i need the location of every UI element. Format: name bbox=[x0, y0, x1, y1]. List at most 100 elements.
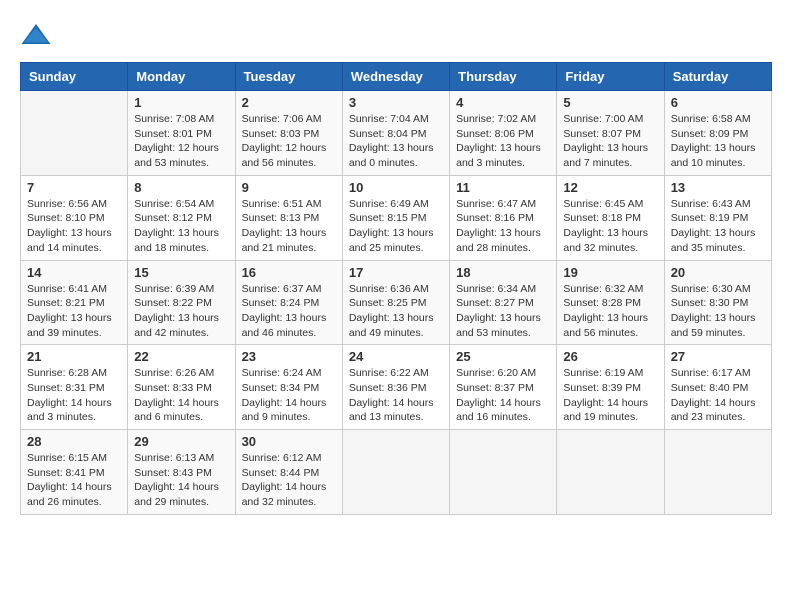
calendar-cell bbox=[664, 430, 771, 515]
day-info: Sunrise: 7:08 AM Sunset: 8:01 PM Dayligh… bbox=[134, 112, 228, 171]
calendar-cell: 1Sunrise: 7:08 AM Sunset: 8:01 PM Daylig… bbox=[128, 91, 235, 176]
calendar-cell: 16 Sunrise: 6:37 AM Sunset: 8:24 PM Dayli… bbox=[235, 260, 342, 345]
day-number: 22 bbox=[134, 349, 228, 364]
logo-icon bbox=[20, 20, 52, 52]
calendar-cell: 28 Sunrise: 6:15 AM Sunset: 8:41 PM Dayli… bbox=[21, 430, 128, 515]
calendar-cell: 7 Sunrise: 6:56 AM Sunset: 8:10 PM Daylig… bbox=[21, 175, 128, 260]
calendar-cell: 6 Sunrise: 6:58 AM Sunset: 8:09 PM Daylig… bbox=[664, 91, 771, 176]
day-info: Sunrise: 6:13 AM Sunset: 8:43 PM Dayligh… bbox=[134, 451, 228, 510]
day-info: Sunrise: 6:43 AM Sunset: 8:19 PM Dayligh… bbox=[671, 197, 765, 256]
logo bbox=[20, 20, 56, 52]
day-number: 13 bbox=[671, 180, 765, 195]
calendar-cell: 21 Sunrise: 6:28 AM Sunset: 8:31 PM Dayli… bbox=[21, 345, 128, 430]
calendar-cell: 2 Sunrise: 7:06 AM Sunset: 8:03 PM Daylig… bbox=[235, 91, 342, 176]
calendar-cell bbox=[557, 430, 664, 515]
column-header-saturday: Saturday bbox=[664, 63, 771, 91]
day-number: 27 bbox=[671, 349, 765, 364]
day-number: 7 bbox=[27, 180, 121, 195]
day-number: 11 bbox=[456, 180, 550, 195]
calendar-cell: 30 Sunrise: 6:12 AM Sunset: 8:44 PM Dayli… bbox=[235, 430, 342, 515]
calendar-cell: 8Sunrise: 6:54 AM Sunset: 8:12 PM Daylig… bbox=[128, 175, 235, 260]
day-number: 3 bbox=[349, 95, 443, 110]
calendar-cell bbox=[450, 430, 557, 515]
day-number: 28 bbox=[27, 434, 121, 449]
day-info: Sunrise: 7:02 AM Sunset: 8:06 PM Dayligh… bbox=[456, 112, 550, 171]
calendar-cell: 19Sunrise: 6:32 AM Sunset: 8:28 PM Dayli… bbox=[557, 260, 664, 345]
day-number: 26 bbox=[563, 349, 657, 364]
calendar-cell: 5 Sunrise: 7:00 AM Sunset: 8:07 PM Daylig… bbox=[557, 91, 664, 176]
calendar-cell: 14 Sunrise: 6:41 AM Sunset: 8:21 PM Dayli… bbox=[21, 260, 128, 345]
day-info: Sunrise: 6:58 AM Sunset: 8:09 PM Dayligh… bbox=[671, 112, 765, 171]
day-info: Sunrise: 6:24 AM Sunset: 8:34 PM Dayligh… bbox=[242, 366, 336, 425]
day-number: 15 bbox=[134, 265, 228, 280]
day-info: Sunrise: 6:39 AM Sunset: 8:22 PM Dayligh… bbox=[134, 282, 228, 341]
day-info: Sunrise: 6:41 AM Sunset: 8:21 PM Dayligh… bbox=[27, 282, 121, 341]
calendar-cell: 27 Sunrise: 6:17 AM Sunset: 8:40 PM Dayli… bbox=[664, 345, 771, 430]
day-info: Sunrise: 6:20 AM Sunset: 8:37 PM Dayligh… bbox=[456, 366, 550, 425]
day-info: Sunrise: 6:45 AM Sunset: 8:18 PM Dayligh… bbox=[563, 197, 657, 256]
calendar-cell: 13 Sunrise: 6:43 AM Sunset: 8:19 PM Dayli… bbox=[664, 175, 771, 260]
day-info: Sunrise: 6:36 AM Sunset: 8:25 PM Dayligh… bbox=[349, 282, 443, 341]
day-info: Sunrise: 6:56 AM Sunset: 8:10 PM Dayligh… bbox=[27, 197, 121, 256]
day-info: Sunrise: 6:51 AM Sunset: 8:13 PM Dayligh… bbox=[242, 197, 336, 256]
calendar-cell: 24 Sunrise: 6:22 AM Sunset: 8:36 PM Dayli… bbox=[342, 345, 449, 430]
column-header-monday: Monday bbox=[128, 63, 235, 91]
day-info: Sunrise: 6:26 AM Sunset: 8:33 PM Dayligh… bbox=[134, 366, 228, 425]
day-info: Sunrise: 6:12 AM Sunset: 8:44 PM Dayligh… bbox=[242, 451, 336, 510]
day-info: Sunrise: 6:15 AM Sunset: 8:41 PM Dayligh… bbox=[27, 451, 121, 510]
calendar-cell: 4 Sunrise: 7:02 AM Sunset: 8:06 PM Daylig… bbox=[450, 91, 557, 176]
day-info: Sunrise: 6:34 AM Sunset: 8:27 PM Dayligh… bbox=[456, 282, 550, 341]
day-number: 17 bbox=[349, 265, 443, 280]
calendar-cell: 17 Sunrise: 6:36 AM Sunset: 8:25 PM Dayli… bbox=[342, 260, 449, 345]
calendar-cell bbox=[21, 91, 128, 176]
day-number: 25 bbox=[456, 349, 550, 364]
calendar-cell bbox=[342, 430, 449, 515]
day-info: Sunrise: 6:28 AM Sunset: 8:31 PM Dayligh… bbox=[27, 366, 121, 425]
calendar-cell: 11 Sunrise: 6:47 AM Sunset: 8:16 PM Dayli… bbox=[450, 175, 557, 260]
calendar-cell: 3 Sunrise: 7:04 AM Sunset: 8:04 PM Daylig… bbox=[342, 91, 449, 176]
day-info: Sunrise: 6:17 AM Sunset: 8:40 PM Dayligh… bbox=[671, 366, 765, 425]
day-number: 4 bbox=[456, 95, 550, 110]
calendar-header-row: SundayMondayTuesdayWednesdayThursdayFrid… bbox=[21, 63, 772, 91]
day-number: 2 bbox=[242, 95, 336, 110]
day-info: Sunrise: 7:06 AM Sunset: 8:03 PM Dayligh… bbox=[242, 112, 336, 171]
day-number: 30 bbox=[242, 434, 336, 449]
day-number: 9 bbox=[242, 180, 336, 195]
calendar-cell: 26 Sunrise: 6:19 AM Sunset: 8:39 PM Dayli… bbox=[557, 345, 664, 430]
calendar-week-row: 14 Sunrise: 6:41 AM Sunset: 8:21 PM Dayli… bbox=[21, 260, 772, 345]
day-info: Sunrise: 6:22 AM Sunset: 8:36 PM Dayligh… bbox=[349, 366, 443, 425]
day-info: Sunrise: 6:47 AM Sunset: 8:16 PM Dayligh… bbox=[456, 197, 550, 256]
calendar-cell: 12 Sunrise: 6:45 AM Sunset: 8:18 PM Dayli… bbox=[557, 175, 664, 260]
day-number: 29 bbox=[134, 434, 228, 449]
day-info: Sunrise: 6:19 AM Sunset: 8:39 PM Dayligh… bbox=[563, 366, 657, 425]
day-number: 23 bbox=[242, 349, 336, 364]
column-header-wednesday: Wednesday bbox=[342, 63, 449, 91]
column-header-thursday: Thursday bbox=[450, 63, 557, 91]
calendar-week-row: 28 Sunrise: 6:15 AM Sunset: 8:41 PM Dayli… bbox=[21, 430, 772, 515]
page-header bbox=[20, 20, 772, 52]
calendar-week-row: 1Sunrise: 7:08 AM Sunset: 8:01 PM Daylig… bbox=[21, 91, 772, 176]
calendar-week-row: 7 Sunrise: 6:56 AM Sunset: 8:10 PM Daylig… bbox=[21, 175, 772, 260]
calendar-cell: 22 Sunrise: 6:26 AM Sunset: 8:33 PM Dayli… bbox=[128, 345, 235, 430]
day-info: Sunrise: 7:00 AM Sunset: 8:07 PM Dayligh… bbox=[563, 112, 657, 171]
day-number: 21 bbox=[27, 349, 121, 364]
calendar-table: SundayMondayTuesdayWednesdayThursdayFrid… bbox=[20, 62, 772, 515]
day-number: 8 bbox=[134, 180, 228, 195]
day-number: 18 bbox=[456, 265, 550, 280]
day-number: 16 bbox=[242, 265, 336, 280]
calendar-cell: 18 Sunrise: 6:34 AM Sunset: 8:27 PM Dayli… bbox=[450, 260, 557, 345]
day-number: 24 bbox=[349, 349, 443, 364]
day-number: 12 bbox=[563, 180, 657, 195]
day-number: 10 bbox=[349, 180, 443, 195]
day-number: 6 bbox=[671, 95, 765, 110]
day-number: 5 bbox=[563, 95, 657, 110]
day-number: 19 bbox=[563, 265, 657, 280]
calendar-cell: 15 Sunrise: 6:39 AM Sunset: 8:22 PM Dayli… bbox=[128, 260, 235, 345]
column-header-tuesday: Tuesday bbox=[235, 63, 342, 91]
day-info: Sunrise: 7:04 AM Sunset: 8:04 PM Dayligh… bbox=[349, 112, 443, 171]
calendar-cell: 23 Sunrise: 6:24 AM Sunset: 8:34 PM Dayli… bbox=[235, 345, 342, 430]
calendar-cell: 29 Sunrise: 6:13 AM Sunset: 8:43 PM Dayli… bbox=[128, 430, 235, 515]
day-info: Sunrise: 6:37 AM Sunset: 8:24 PM Dayligh… bbox=[242, 282, 336, 341]
day-number: 14 bbox=[27, 265, 121, 280]
calendar-cell: 20Sunrise: 6:30 AM Sunset: 8:30 PM Dayli… bbox=[664, 260, 771, 345]
